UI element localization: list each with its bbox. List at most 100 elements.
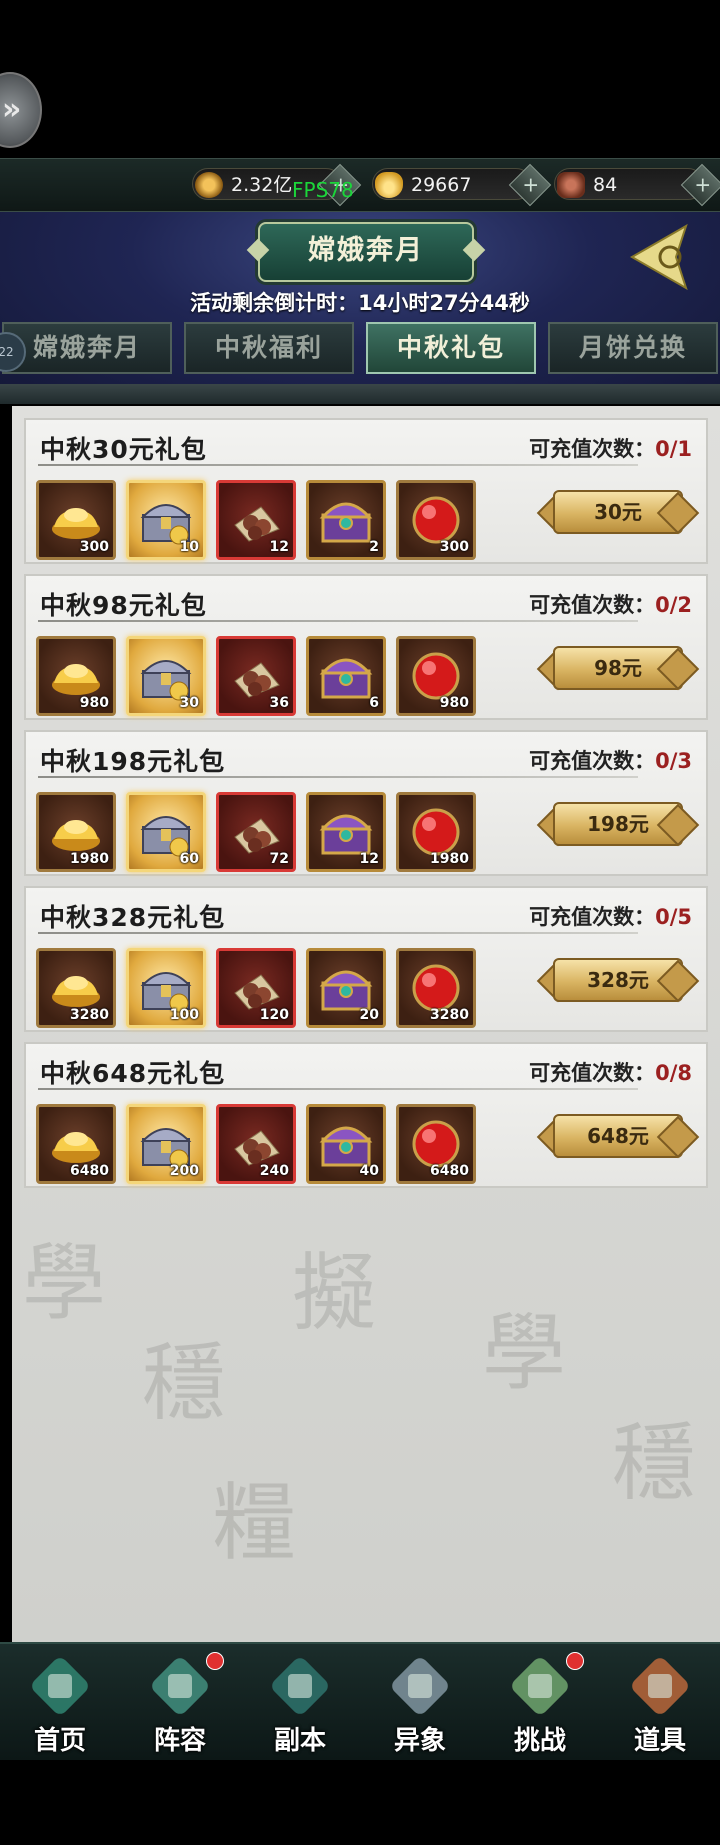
nav-label: 阵容 (153, 1726, 206, 1756)
pack-title: 中秋328元礼包 (40, 903, 226, 932)
item-quantity: 2 (369, 539, 379, 555)
tab-mid-autumn-pack[interactable]: 中秋礼包 (366, 322, 536, 374)
currency-bar: 2.32亿 + 29667 + 84 + (0, 158, 720, 212)
reward-item[interactable]: 12 (216, 480, 296, 560)
pack-card: 中秋328元礼包 可充值次数：0/5 3280 100 120 20 3280 3… (24, 886, 708, 1032)
tab-change-e[interactable]: 嫦娥奔月 (2, 322, 172, 374)
reward-item[interactable]: 240 (216, 1104, 296, 1184)
nav-item[interactable]: 阵容 (120, 1644, 240, 1760)
nav-item[interactable]: 道具 (600, 1644, 720, 1760)
item-quantity: 10 (179, 539, 199, 555)
purchase-limit: 可充值次数：0/3 (529, 745, 692, 775)
limit-count: 0/8 (655, 1061, 692, 1085)
item-quantity: 200 (169, 1163, 199, 1179)
reward-item[interactable]: 72 (216, 792, 296, 872)
item-quantity: 120 (259, 1007, 289, 1023)
scroll-map-icon (512, 1658, 568, 1714)
buy-pack-button[interactable]: 328元 (543, 958, 693, 1002)
item-quantity: 20 (359, 1007, 379, 1023)
item-quantity: 300 (439, 539, 469, 555)
item-quantity: 980 (79, 695, 109, 711)
nav-item[interactable]: 异象 (360, 1644, 480, 1760)
pouch-icon (557, 172, 585, 198)
price-label: 648元 (587, 1124, 649, 1148)
reward-item[interactable]: 36 (216, 636, 296, 716)
tab-label: 月饼兑换 (578, 333, 687, 362)
lineup-icon (152, 1658, 208, 1714)
reward-item[interactable]: 300 (396, 480, 476, 560)
item-quantity: 1980 (430, 851, 469, 867)
buy-pack-button[interactable]: 648元 (543, 1114, 693, 1158)
pack-card: 中秋30元礼包 可充值次数：0/1 300 10 12 2 300 30元 (24, 418, 708, 564)
buy-pack-button[interactable]: 198元 (543, 802, 693, 846)
reward-item[interactable]: 1980 (396, 792, 476, 872)
fps-counter: FPS78 (292, 178, 354, 202)
reward-item[interactable]: 6480 (396, 1104, 476, 1184)
background-calligraphy: 學穩 擬學 穩糧 (22, 1234, 697, 1572)
reward-item[interactable]: 2 (306, 480, 386, 560)
limit-label: 可充值次数： (529, 749, 656, 773)
reward-item[interactable]: 6 (306, 636, 386, 716)
tab-label: 中秋福利 (214, 333, 323, 362)
reward-item[interactable]: 12 (306, 792, 386, 872)
reward-item[interactable]: 6480 (36, 1104, 116, 1184)
plus-icon: + (522, 172, 540, 197)
buy-pack-button[interactable]: 30元 (543, 490, 693, 534)
reward-item[interactable]: 3280 (36, 948, 116, 1028)
buy-pack-button[interactable]: 98元 (543, 646, 693, 690)
limit-label: 可充值次数： (529, 437, 656, 461)
title-underline (38, 776, 638, 778)
item-quantity: 3280 (70, 1007, 109, 1023)
reward-item[interactable]: 20 (306, 948, 386, 1028)
nav-item[interactable]: 首页 (0, 1644, 120, 1760)
item-quantity: 12 (359, 851, 379, 867)
add-gold-button[interactable]: + (508, 163, 552, 207)
reward-item[interactable]: 60 (126, 792, 206, 872)
title-underline (38, 620, 638, 622)
purchase-limit: 可充值次数：0/2 (529, 589, 692, 619)
reward-item[interactable]: 1980 (36, 792, 116, 872)
tab-mooncake-exchange[interactable]: 月饼兑换 (548, 322, 718, 374)
nav-item[interactable]: 副本 (240, 1644, 360, 1760)
page-title: 嫦娥奔月 (308, 235, 424, 266)
item-quantity: 6 (369, 695, 379, 711)
tab-label: 中秋礼包 (396, 333, 505, 362)
nav-item[interactable]: 挑战 (480, 1644, 600, 1760)
limit-label: 可充值次数： (529, 593, 656, 617)
purchase-limit: 可充值次数：0/1 (529, 433, 692, 463)
reward-item[interactable]: 3280 (396, 948, 476, 1028)
reward-item[interactable]: 100 (126, 948, 206, 1028)
title-underline (38, 1088, 638, 1090)
reward-item[interactable]: 200 (126, 1104, 206, 1184)
gold-ingot-icon (375, 172, 403, 198)
reward-item[interactable]: 980 (36, 636, 116, 716)
reward-item[interactable]: 980 (396, 636, 476, 716)
price-label: 328元 (587, 968, 649, 992)
nav-label: 异象 (393, 1726, 446, 1756)
reward-item[interactable]: 40 (306, 1104, 386, 1184)
item-quantity: 36 (269, 695, 289, 711)
double-chevron-icon: » (2, 92, 22, 127)
reward-item[interactable]: 120 (216, 948, 296, 1028)
title-underline (38, 932, 638, 934)
copper-value: 2.32亿 (231, 174, 293, 196)
back-arrow-button[interactable] (628, 222, 704, 292)
limit-count: 0/2 (655, 593, 692, 617)
limit-count: 0/5 (655, 905, 692, 929)
reward-item[interactable]: 10 (126, 480, 206, 560)
add-pouch-button[interactable]: + (680, 163, 720, 207)
reward-item[interactable]: 300 (36, 480, 116, 560)
tab-mid-autumn-welfare[interactable]: 中秋福利 (184, 322, 354, 374)
reward-item[interactable]: 30 (126, 636, 206, 716)
purchase-limit: 可充值次数：0/5 (529, 901, 692, 931)
pouch-value: 84 (593, 174, 618, 196)
pack-title: 中秋198元礼包 (40, 747, 226, 776)
limit-label: 可充值次数： (529, 905, 656, 929)
item-quantity: 6480 (70, 1163, 109, 1179)
pack-title: 中秋648元礼包 (40, 1059, 226, 1088)
expand-menu-button[interactable]: » (0, 72, 42, 148)
price-label: 198元 (587, 812, 649, 836)
item-quantity: 300 (79, 539, 109, 555)
countdown-text: 活动剩余倒计时：14小时27分44秒 (190, 291, 530, 315)
notification-dot (206, 1652, 224, 1670)
